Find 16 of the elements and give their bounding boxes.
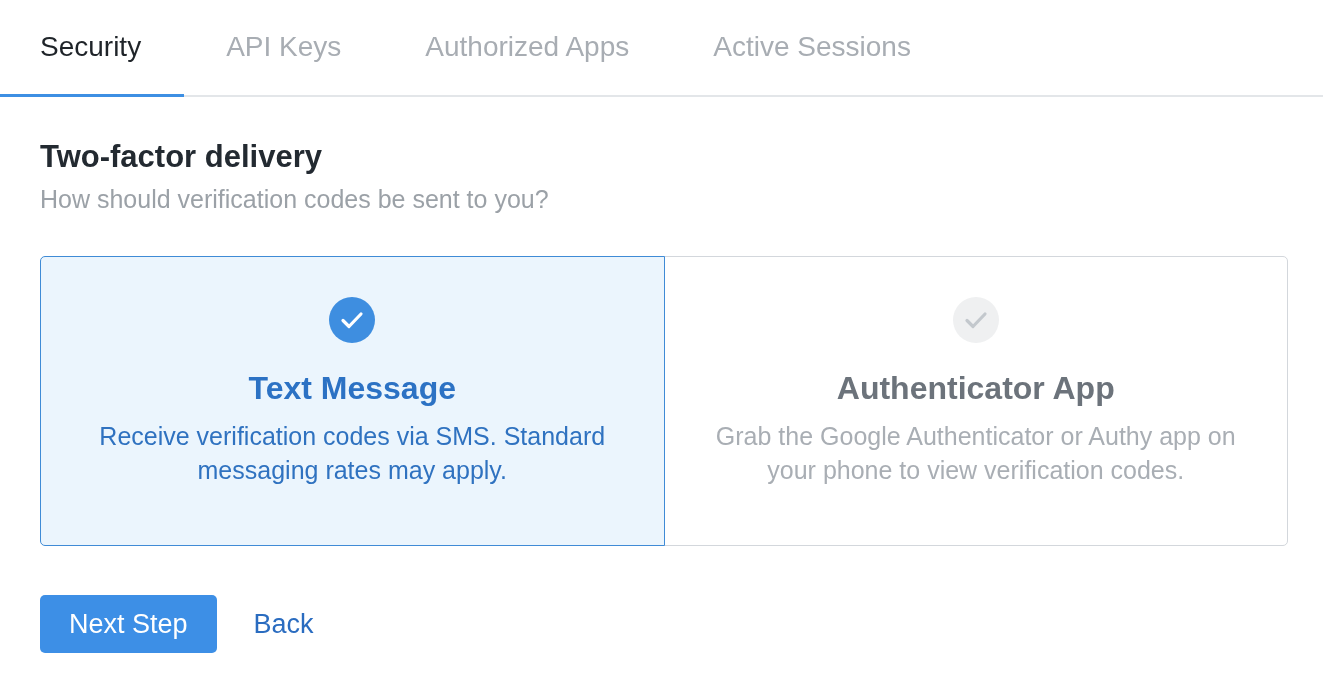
tab[interactable]: API Keys — [184, 0, 384, 97]
check-circle-icon — [329, 297, 376, 343]
option-title: Text Message — [247, 369, 457, 407]
section-subtitle: How should verification codes be sent to you? — [40, 184, 550, 215]
option-card[interactable]: Text Message Receive verification codes via SMS. Standard messaging rates may apply. — [40, 256, 665, 546]
option-description: Grab the Google Authenticator or Authy app on your phone to view verification codes. — [714, 421, 1237, 486]
check-circle-icon — [952, 297, 999, 343]
back-link[interactable]: Back — [253, 609, 314, 639]
tab[interactable]: Active Sessions — [671, 0, 953, 97]
tab[interactable]: Authorized Apps — [383, 0, 672, 97]
tab[interactable]: Security — [0, 0, 185, 97]
option-title: Authenticator App — [835, 369, 1116, 407]
section-heading: Two-factor delivery — [40, 139, 323, 175]
option-description: Receive verification codes via SMS. Standard messaging rates may apply. — [98, 421, 607, 486]
option-card[interactable]: Authenticator App Grab the Google Authenticator or Authy app on your phone to view verification codes. — [663, 256, 1288, 546]
next-step-button[interactable]: Next Step — [40, 595, 217, 653]
